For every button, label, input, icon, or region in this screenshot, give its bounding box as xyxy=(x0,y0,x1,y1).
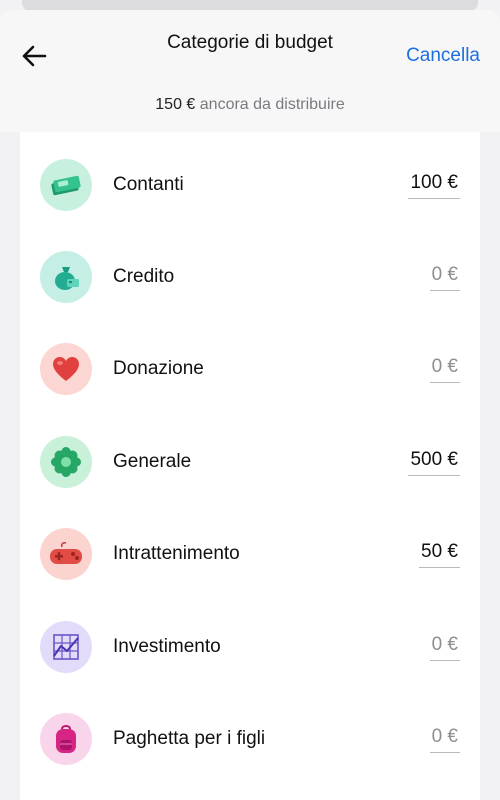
category-row-paghetta[interactable]: Paghetta per i figli 0 € xyxy=(40,704,460,774)
cancel-button[interactable]: Cancella xyxy=(406,45,480,67)
remaining-text: ancora da distribuire xyxy=(199,96,345,113)
cash-icon xyxy=(40,159,92,211)
category-label: Intrattenimento xyxy=(113,543,240,564)
money-bag-icon xyxy=(40,251,92,303)
category-row-contanti[interactable]: Contanti 100 € xyxy=(40,150,460,220)
amount-input[interactable]: 0 € xyxy=(429,356,460,383)
category-label: Contanti xyxy=(113,174,184,195)
category-label: Investimento xyxy=(113,636,221,657)
category-label: Donazione xyxy=(113,358,204,379)
remaining-amount: 150 € xyxy=(155,96,196,113)
category-label: Paghetta per i figli xyxy=(113,728,266,749)
amount-input[interactable]: 0 € xyxy=(429,726,460,753)
amount-input[interactable]: 500 € xyxy=(408,449,460,476)
backpack-icon xyxy=(40,713,92,765)
amount-input[interactable]: 50 € xyxy=(419,541,460,568)
category-row-donazione[interactable]: Donazione 0 € xyxy=(40,334,460,404)
category-row-credito[interactable]: Credito 0 € xyxy=(40,242,460,312)
heart-icon xyxy=(40,343,92,395)
remaining-summary: 150 € ancora da distribuire xyxy=(0,96,500,114)
category-row-generale[interactable]: Generale 500 € xyxy=(40,427,460,497)
sheet-header: Categorie di budget Cancella 150 € ancor… xyxy=(0,10,500,132)
chart-grid-icon xyxy=(40,621,92,673)
clover-icon xyxy=(40,436,92,488)
category-label: Credito xyxy=(113,266,175,287)
category-row-investimento[interactable]: Investimento 0 € xyxy=(40,612,460,682)
amount-input[interactable]: 0 € xyxy=(429,264,460,291)
gamepad-icon xyxy=(40,528,92,580)
category-list: Contanti 100 € Credito 0 € Donazione 0 € xyxy=(20,132,480,800)
amount-input[interactable]: 0 € xyxy=(429,634,460,661)
category-row-intrattenimento[interactable]: Intrattenimento 50 € xyxy=(40,519,460,589)
amount-input[interactable]: 100 € xyxy=(408,172,460,199)
category-label: Generale xyxy=(113,451,192,472)
